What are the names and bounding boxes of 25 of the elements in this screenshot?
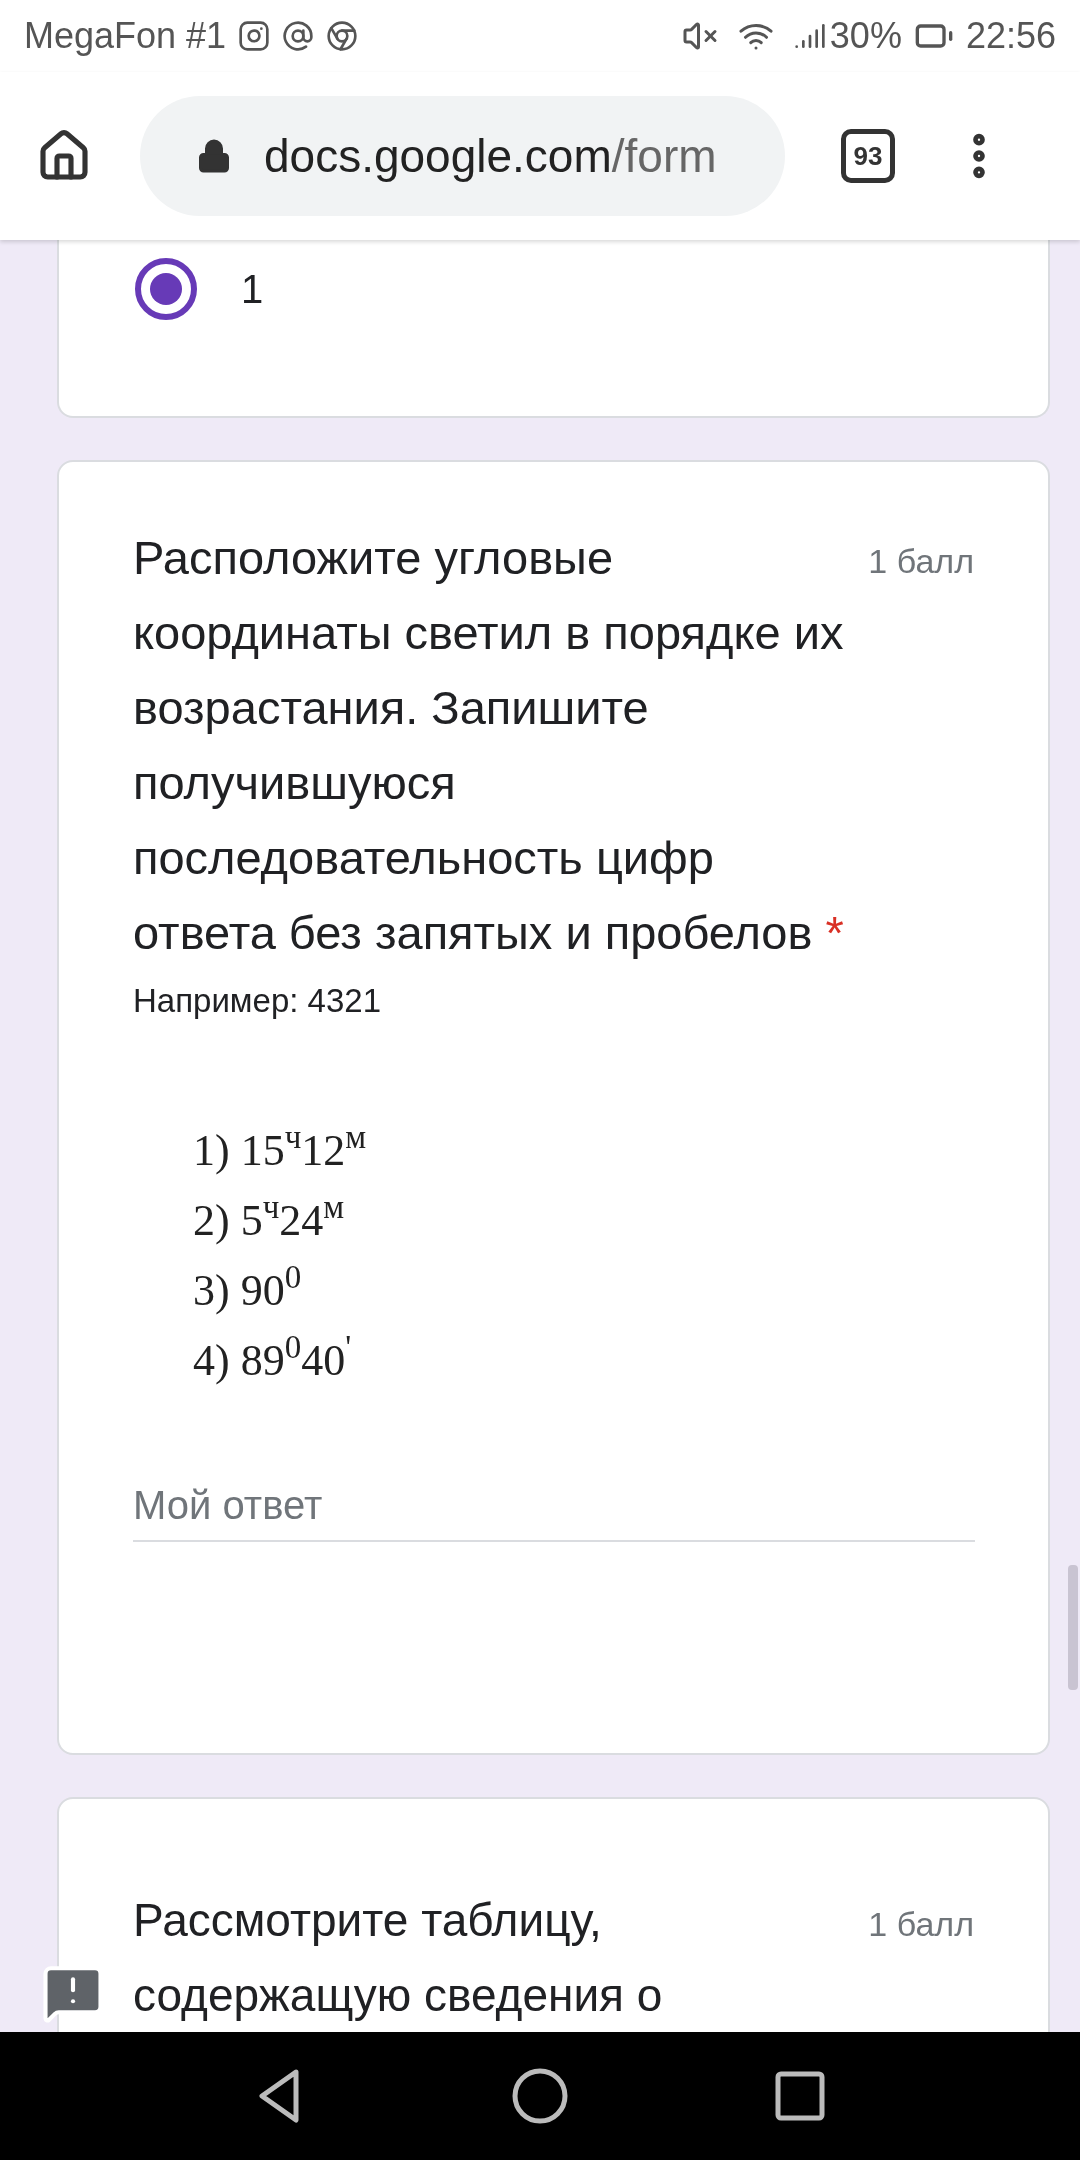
coordinate-line: 2) 5$^{ч}$24$^{м}$	[193, 1191, 346, 1247]
tab-count-button[interactable]: 93	[841, 129, 895, 183]
browser-icon	[326, 20, 359, 52]
clock: 22:56	[965, 14, 1056, 58]
address-bar[interactable]: docs.google.com/form	[140, 96, 785, 216]
coordinate-line: 4) 89$^{0}$40$^{'}$	[193, 1331, 353, 1387]
battery-percent: 30%	[829, 14, 902, 58]
radio-button[interactable]	[135, 258, 197, 320]
home-circle-icon[interactable]	[510, 2066, 570, 2126]
question-title: Расположите угловые координаты светил в порядке их возрастания. Запишите получившуюся последовательность цифр ответа без запятых и пробелов *	[133, 530, 845, 961]
points-label: 1 балл	[868, 541, 974, 582]
points-label: 1 балл	[868, 1904, 974, 1945]
lock-icon	[196, 138, 232, 174]
coordinate-line: 3) 90$^{0}$	[193, 1261, 303, 1317]
question-title: содержащую сведения о	[133, 1968, 663, 2023]
scrollbar[interactable]	[1068, 1565, 1078, 1690]
question-title: Рассмотрите таблицу,	[133, 1893, 603, 1948]
at-sign-icon	[282, 20, 315, 52]
option-label: 1	[241, 266, 264, 313]
carrier-name: MegaFon #1	[24, 14, 227, 58]
camera-icon	[238, 20, 271, 52]
question-hint: Например: 4321	[133, 981, 382, 1021]
url-text: docs.google.com/form	[264, 128, 717, 184]
coordinate-line: 1) 15$^{ч}$12$^{м}$	[193, 1121, 368, 1177]
answer-field[interactable]: Мой ответ	[133, 1471, 975, 1542]
